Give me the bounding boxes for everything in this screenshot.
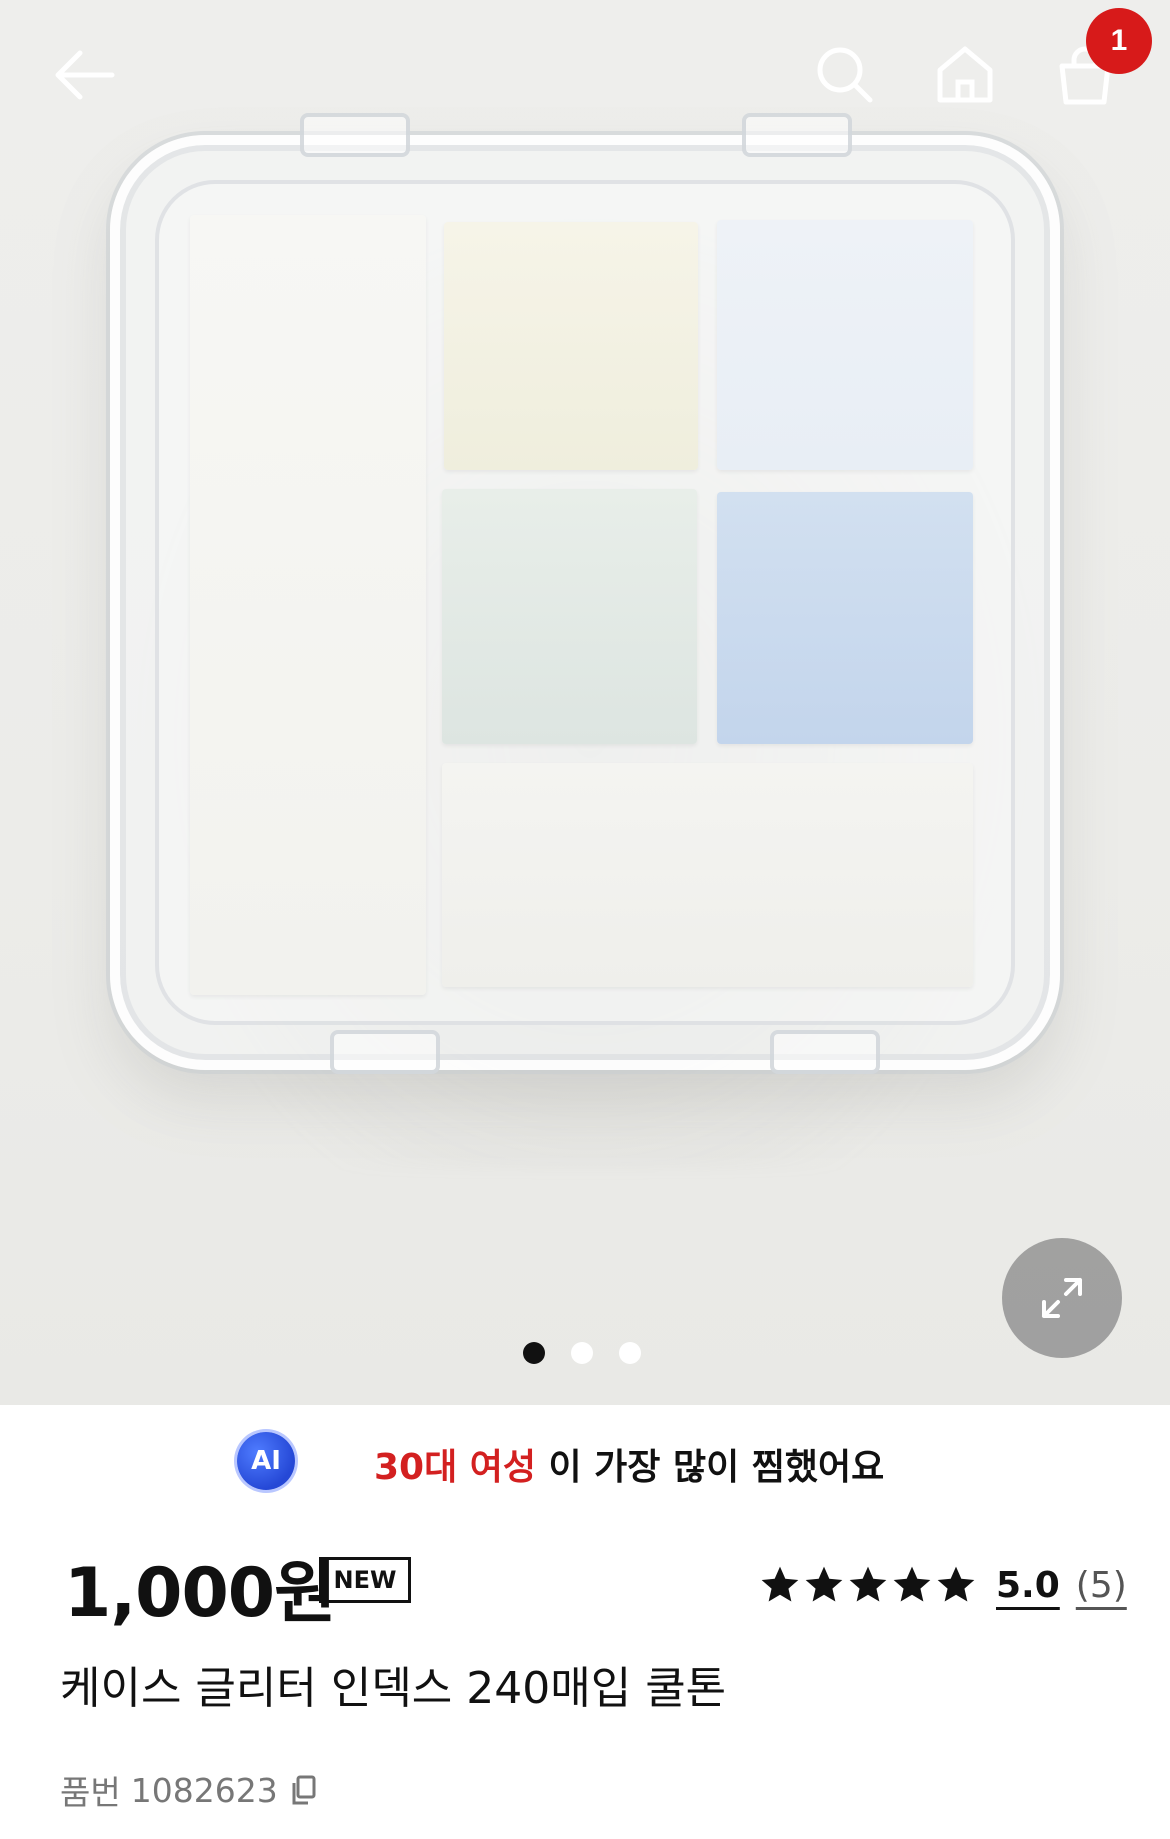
ai-recommendation-banner: AI 30대 여성 이 가장 많이 찜했어요 — [0, 1428, 1170, 1494]
ai-highlight-text: 30대 여성 — [374, 1447, 536, 1488]
expand-icon — [1042, 1278, 1082, 1318]
sku-number: 1082623 — [130, 1770, 278, 1810]
search-button[interactable] — [800, 30, 890, 120]
ai-badge: AI — [237, 1432, 295, 1490]
index-pad — [442, 489, 697, 744]
arrow-left-icon — [55, 50, 115, 100]
index-pad — [444, 222, 698, 470]
rating-value[interactable]: 5.0 — [996, 1565, 1060, 1606]
star-icon — [805, 1566, 843, 1602]
review-count[interactable]: (5) — [1076, 1565, 1127, 1606]
index-pad — [717, 220, 973, 470]
ai-recommendation-text: 30대 여성 이 가장 많이 찜했어요 — [374, 1438, 884, 1490]
rating-stars — [758, 1563, 978, 1607]
case-hinge — [330, 1030, 440, 1074]
home-button[interactable] — [920, 30, 1010, 120]
back-button[interactable] — [40, 30, 130, 120]
copy-icon[interactable] — [288, 1773, 322, 1807]
star-icon — [893, 1566, 931, 1602]
search-icon — [817, 47, 873, 103]
cart-count-badge: 1 — [1086, 8, 1152, 74]
pagination-dot[interactable] — [571, 1342, 593, 1364]
product-image-gallery[interactable] — [0, 0, 1170, 1405]
gallery-pagination — [523, 1342, 641, 1364]
expand-image-button[interactable] — [1002, 1238, 1122, 1358]
star-icon — [761, 1566, 799, 1602]
sku-label: 품번 — [60, 1773, 121, 1812]
product-rating[interactable]: 5.0 (5) — [758, 1555, 1127, 1615]
star-icon — [849, 1566, 887, 1602]
pagination-dot[interactable] — [619, 1342, 641, 1364]
home-icon — [937, 46, 993, 103]
product-sku: 품번 1082623 — [60, 1766, 322, 1814]
case-hinge — [770, 1030, 880, 1074]
product-price: 1,000원 — [64, 1554, 337, 1633]
pagination-dot-active[interactable] — [523, 1342, 545, 1364]
product-title: 케이스 글리터 인덱스 240매입 쿨톤 — [60, 1663, 727, 1714]
ai-body-text: 이 가장 많이 찜했어요 — [536, 1447, 885, 1488]
star-icon — [937, 1566, 975, 1602]
new-badge: NEW — [319, 1557, 411, 1603]
index-pad — [442, 763, 973, 987]
index-pad — [190, 215, 426, 995]
case-hinge — [300, 113, 410, 157]
index-pad — [717, 492, 973, 744]
